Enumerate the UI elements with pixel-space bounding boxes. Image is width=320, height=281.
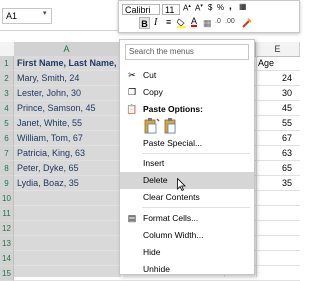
row-header[interactable]: 15 [0,266,14,281]
menu-paste-options-label: Paste Options: [143,104,203,114]
row-header[interactable]: 8 [0,161,14,176]
table-cell[interactable]: Lydia, Boaz, 35 [17,176,79,191]
table-cell[interactable]: Janet, White, 55 [17,116,82,131]
row-header[interactable]: 3 [0,86,14,101]
row-header[interactable]: 14 [0,251,14,266]
borders-icon[interactable]: ▦ [203,18,212,29]
menu-paste-options: 📋 Paste Options: [120,101,254,118]
row-header[interactable]: 6 [0,131,14,146]
increase-decimal-icon[interactable]: .0 [215,18,221,25]
menu-delete-label: Delete [143,175,168,185]
menu-item-copy[interactable]: ❐ Copy [120,84,254,101]
italic-button[interactable]: I [154,17,157,28]
menu-item-column-width[interactable]: Column Width... [120,227,254,244]
percent-icon[interactable]: % [217,3,224,12]
row-header[interactable]: 7 [0,146,14,161]
menu-format-cells-label: Format Cells... [143,213,199,223]
menu-item-format-cells[interactable]: ▤ Format Cells... [120,210,254,227]
menu-unhide-label: Unhide [143,264,170,274]
gridline [256,56,257,277]
row-header[interactable]: 13 [0,236,14,251]
menu-item-clear-contents[interactable]: Clear Contents [120,189,254,206]
clear-format-icon[interactable] [241,17,253,32]
increase-font-icon[interactable]: A▴ [183,3,191,13]
menu-clear-contents-label: Clear Contents [143,192,200,202]
scissors-icon: ✂ [128,70,136,80]
chevron-down-icon[interactable]: ▾ [43,9,47,17]
table-cell[interactable]: 35 [258,176,292,191]
font-size-box[interactable]: 11 [162,4,180,15]
menu-item-insert[interactable]: Insert [120,155,254,172]
format-painter-icon[interactable]: ▦ [239,2,247,11]
menu-separator [142,153,250,154]
header-cell[interactable]: Age [258,56,274,71]
font-name-box[interactable]: Calibri [122,4,160,15]
table-cell[interactable]: 24 [258,71,292,86]
comma-style-icon[interactable]: , [229,1,232,12]
table-cell[interactable]: William, Tom, 67 [17,131,83,146]
column-header-e[interactable]: E [256,42,300,56]
row-header[interactable]: 1 [0,56,14,71]
table-cell[interactable]: 63 [258,146,292,161]
table-cell[interactable]: 67 [258,131,292,146]
currency-icon[interactable]: $ [208,3,212,12]
bold-button[interactable]: B [139,17,150,29]
menu-hide-label: Hide [143,247,161,257]
menu-cut-label: Cut [143,70,157,80]
column-header-a[interactable]: A [14,42,120,56]
table-cell[interactable]: 45 [258,101,292,116]
header-cell[interactable]: First Name, Last Name, Age [17,56,136,71]
context-menu: Search the menus ✂ Cut ❐ Copy 📋 Paste Op… [119,39,255,275]
fill-color-icon[interactable] [176,18,186,28]
menu-copy-label: Copy [143,87,163,97]
menu-item-paste-special[interactable]: Paste Special... [120,135,254,152]
row-header[interactable]: 10 [0,191,14,206]
table-cell[interactable]: Patricia, King, 63 [17,146,85,161]
mini-toolbar: Calibri 11 A▴ A▾ $ % , ▦ B I ≡ A ▦ .0 .0… [118,0,300,33]
table-cell[interactable]: 65 [258,161,292,176]
table-cell[interactable]: 30 [258,86,292,101]
font-color-icon[interactable]: A [191,16,197,26]
menu-item-hide[interactable]: Hide [120,244,254,261]
menu-separator [142,207,250,208]
table-cell[interactable]: Mary, Smith, 24 [17,71,79,86]
search-menus-input[interactable]: Search the menus [125,44,249,60]
table-cell[interactable]: 55 [258,116,292,131]
mouse-pointer-icon [177,178,186,191]
table-cell[interactable]: Lester, John, 30 [17,86,81,101]
decrease-font-icon[interactable]: A▾ [195,3,203,13]
table-cell[interactable]: Prince, Samson, 45 [17,101,96,116]
row-header[interactable]: 4 [0,101,14,116]
clipboard-icon: 📋 [126,104,138,114]
paste-clipboard-icon[interactable] [144,118,184,134]
format-cells-icon: ▤ [127,213,137,223]
menu-item-delete[interactable]: Delete [120,172,254,189]
decrease-decimal-icon[interactable]: .00 [225,18,235,25]
row-header[interactable]: 5 [0,116,14,131]
menu-item-unhide[interactable]: Unhide [120,261,254,278]
row-header[interactable]: 11 [0,206,14,221]
menu-item-cut[interactable]: ✂ Cut [120,67,254,84]
menu-insert-label: Insert [143,158,165,168]
row-header[interactable]: 9 [0,176,14,191]
paste-option-icons [144,118,184,136]
copy-icon: ❐ [127,87,137,97]
menu-column-width-label: Column Width... [143,230,204,240]
row-header[interactable]: 2 [0,71,14,86]
align-center-icon[interactable]: ≡ [166,17,171,27]
menu-paste-special-label: Paste Special... [143,138,203,148]
row-header[interactable]: 12 [0,221,14,236]
table-cell[interactable]: Peter, Dyke, 65 [17,161,79,176]
